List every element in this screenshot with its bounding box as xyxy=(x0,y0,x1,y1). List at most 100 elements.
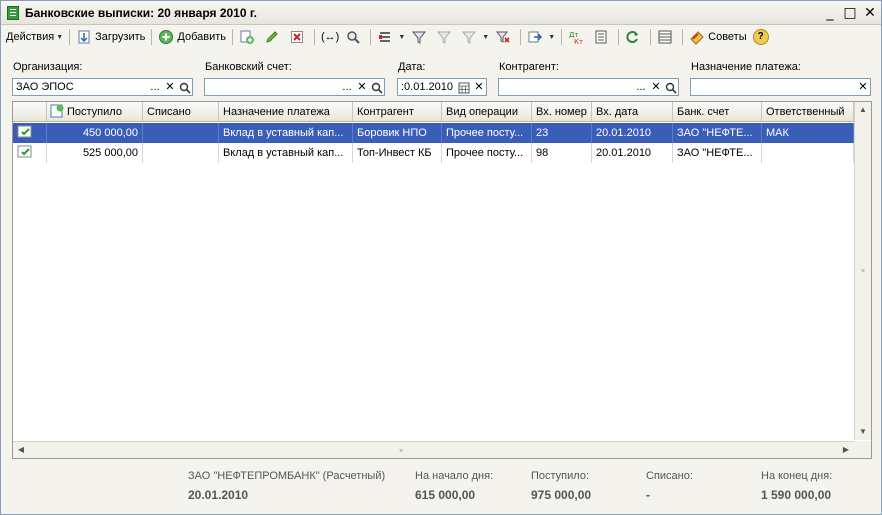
header-in-number[interactable]: Вх. номер xyxy=(532,102,592,122)
postings-button[interactable]: Дт Кт xyxy=(565,27,590,47)
bank-account-search-icon[interactable] xyxy=(370,80,384,96)
toolbar: Действия ▼ Загрузить Добавить (↔) ▼ ▼ ▼ … xyxy=(3,26,879,48)
delete-button[interactable] xyxy=(286,27,311,47)
summary-received-value: 975 000,00 xyxy=(531,488,592,502)
tips-label: Советы xyxy=(708,31,747,43)
counterparty-label: Контрагент: xyxy=(499,61,559,73)
header-purpose[interactable]: Назначение платежа xyxy=(219,102,353,122)
table-row[interactable]: 450 000,00 Вклад в уставный кап... Боров… xyxy=(13,123,854,143)
toolbar-divider xyxy=(618,29,620,45)
list-mode-button[interactable]: ▼ xyxy=(374,27,408,47)
statements-table[interactable]: Поступило Списано Назначение платежа Кон… xyxy=(12,101,872,459)
filter-value-button[interactable] xyxy=(433,27,458,47)
toolbar-divider xyxy=(682,29,684,45)
organization-label: Организация: xyxy=(13,61,83,73)
header-received[interactable]: Поступило xyxy=(47,102,143,122)
goto-button[interactable]: ▼ xyxy=(524,27,558,47)
date-label: Дата: xyxy=(398,61,426,73)
svg-text:Кт: Кт xyxy=(574,38,583,45)
title-bar[interactable]: Банковские выписки: 20 января 2010 г. _ … xyxy=(1,1,881,25)
delete-icon xyxy=(291,31,303,43)
add-label: Добавить xyxy=(177,31,226,43)
scroll-left-icon[interactable]: ◀ xyxy=(13,442,29,458)
window-title: Банковские выписки: 20 января 2010 г. xyxy=(25,6,257,20)
organization-select-button[interactable]: ... xyxy=(148,79,162,95)
vertical-scrollbar[interactable]: ▲ ▫ ▼ xyxy=(854,102,871,440)
minimize-button[interactable]: _ xyxy=(821,4,839,22)
summary-spent-value: - xyxy=(646,488,650,502)
bank-account-label: Банковский счет: xyxy=(205,61,292,73)
horizontal-scrollbar[interactable]: ◀ ▫ ▶ xyxy=(13,441,854,458)
load-icon xyxy=(78,30,90,44)
header-operation[interactable]: Вид операции xyxy=(442,102,532,122)
organization-search-icon[interactable] xyxy=(178,80,192,96)
document-state-icon xyxy=(50,104,64,118)
bank-account-select-button[interactable]: ... xyxy=(340,79,354,95)
purpose-field[interactable] xyxy=(690,78,871,96)
load-button[interactable]: Загрузить xyxy=(73,27,148,47)
cell-counterparty: Боровик НПО xyxy=(353,123,442,143)
header-account[interactable]: Банк. счет xyxy=(673,102,762,122)
copy-button[interactable] xyxy=(236,27,261,47)
purpose-clear-button[interactable]: ✕ xyxy=(856,79,870,95)
date-clear-button[interactable]: ✕ xyxy=(472,79,486,95)
clear-filter-icon xyxy=(496,31,510,43)
scroll-thumb[interactable]: ▫ xyxy=(855,262,871,278)
refresh-icon xyxy=(626,31,639,43)
close-button[interactable]: ✕ xyxy=(861,4,879,22)
cell-account: ЗАО "НЕФТЕ... xyxy=(673,123,762,143)
settings-list-button[interactable] xyxy=(654,27,679,47)
chevron-down-icon: ▼ xyxy=(56,33,64,41)
help-button[interactable]: ? xyxy=(750,27,772,47)
organization-clear-button[interactable]: ✕ xyxy=(163,79,177,95)
cell-operation: Прочее посту... xyxy=(442,123,532,143)
filter-history-button[interactable]: ▼ xyxy=(458,27,492,47)
clear-filter-button[interactable] xyxy=(492,27,517,47)
posted-document-icon xyxy=(17,145,32,158)
summary-end-value: 1 590 000,00 xyxy=(761,488,832,502)
summary-date: 20.01.2010 xyxy=(188,488,249,502)
header-spent[interactable]: Списано xyxy=(143,102,219,122)
header-counterparty[interactable]: Контрагент xyxy=(353,102,442,122)
bank-account-clear-button[interactable]: ✕ xyxy=(355,79,369,95)
cell-spent xyxy=(143,123,219,143)
calendar-icon[interactable] xyxy=(457,80,471,96)
scroll-right-icon[interactable]: ▶ xyxy=(838,442,854,458)
report-button[interactable] xyxy=(590,27,615,47)
filter-button[interactable] xyxy=(408,27,433,47)
scroll-up-icon[interactable]: ▲ xyxy=(855,102,871,118)
toolbar-divider xyxy=(561,29,563,45)
counterparty-clear-button[interactable]: ✕ xyxy=(649,79,663,95)
help-icon: ? xyxy=(752,29,769,45)
columns-icon xyxy=(658,30,672,44)
scroll-down-icon[interactable]: ▼ xyxy=(855,424,871,440)
cell-in-number: 98 xyxy=(532,143,592,163)
actions-menu-button[interactable]: Действия ▼ xyxy=(3,27,66,47)
maximize-button[interactable]: □ xyxy=(841,4,859,22)
toolbar-divider xyxy=(151,29,153,45)
filter-icon xyxy=(437,31,452,44)
add-button[interactable]: Добавить xyxy=(155,27,229,47)
header-in-date[interactable]: Вх. дата xyxy=(592,102,673,122)
find-button[interactable] xyxy=(342,27,367,47)
chevron-down-icon: ▼ xyxy=(398,33,406,41)
header-state-column[interactable] xyxy=(13,102,47,122)
refresh-button[interactable] xyxy=(622,27,647,47)
report-icon xyxy=(595,30,607,44)
pencil-icon xyxy=(266,31,278,43)
cell-responsible: МАК xyxy=(762,123,854,143)
table-row[interactable]: 525 000,00 Вклад в уставный кап... Топ-И… xyxy=(13,143,854,163)
filter-icon xyxy=(462,31,477,44)
list-icon xyxy=(379,32,391,42)
search-icon xyxy=(347,31,361,44)
period-button[interactable]: (↔) xyxy=(318,27,342,47)
counterparty-select-button[interactable]: ... xyxy=(634,79,648,95)
header-responsible[interactable]: Ответственный xyxy=(762,102,854,122)
edit-button[interactable] xyxy=(261,27,286,47)
table-header: Поступило Списано Назначение платежа Кон… xyxy=(13,102,854,122)
bank-statements-window: Банковские выписки: 20 января 2010 г. _ … xyxy=(0,0,882,515)
scroll-thumb[interactable]: ▫ xyxy=(393,442,409,458)
cell-operation: Прочее посту... xyxy=(442,143,532,163)
tips-button[interactable]: Советы xyxy=(686,27,749,47)
counterparty-search-icon[interactable] xyxy=(664,80,678,96)
